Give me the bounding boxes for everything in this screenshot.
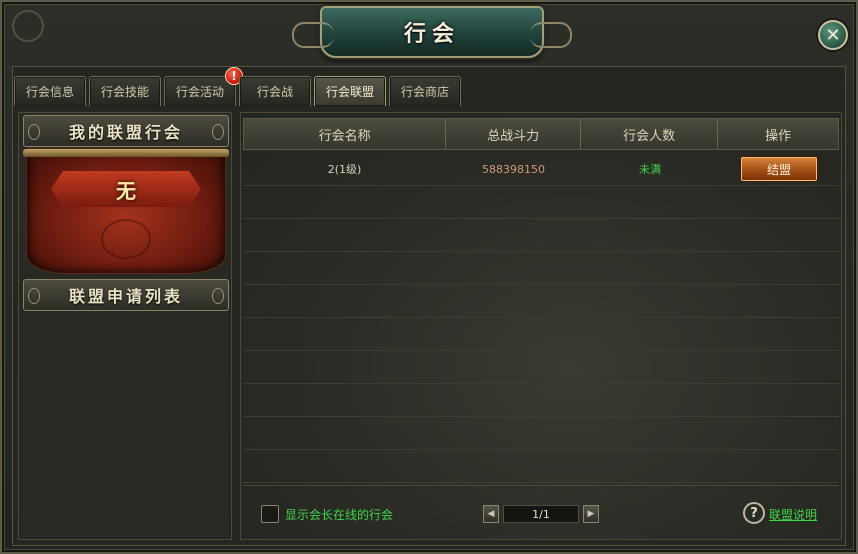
table-row: 2(1级) 588398150 未满 结盟	[243, 153, 839, 186]
tab-bar: 行会信息 行会技能 行会活动 ! 行会战 行会联盟 行会商店	[14, 67, 461, 106]
my-alliance-value: 无	[116, 178, 136, 203]
alliance-table-panel: 行会名称 总战斗力 行会人数 操作 2(1级) 588398150 未满 结盟 …	[240, 112, 842, 540]
header-guild-name: 行会名称	[244, 119, 447, 149]
title-plate: 行会	[292, 6, 572, 58]
tab-label: 行会联盟	[325, 85, 374, 99]
tab-guild-activities[interactable]: 行会活动 !	[164, 67, 243, 106]
tab-label: 行会活动	[175, 85, 224, 99]
header-operation: 操作	[765, 128, 792, 144]
cell-total-power: 588398150	[482, 162, 545, 176]
prev-page-button[interactable]: ◀	[483, 505, 499, 523]
help-icon[interactable]: ?	[743, 502, 765, 524]
tab-guild-shop[interactable]: 行会商店	[389, 76, 461, 106]
tab-label: 行会战	[256, 85, 293, 99]
next-page-button[interactable]: ▶	[583, 505, 599, 523]
tab-guild-alliance[interactable]: 行会联盟	[314, 76, 386, 106]
empty-row	[243, 252, 839, 285]
cell-guild-name: 2(1级)	[327, 163, 362, 176]
empty-row	[243, 318, 839, 351]
page-indicator: 1/1	[503, 505, 579, 523]
empty-row	[243, 186, 839, 219]
emblem-icon	[101, 219, 151, 259]
empty-row	[243, 450, 839, 483]
tab-label: 行会技能	[100, 85, 149, 99]
show-online-leader-checkbox[interactable]	[261, 505, 279, 523]
empty-row	[243, 219, 839, 252]
empty-row	[243, 417, 839, 450]
show-online-leader-label[interactable]: 显示会长在线的行会	[285, 506, 393, 523]
left-panel: 我的联盟行会 无 联盟申请列表	[18, 112, 232, 540]
tab-guild-info[interactable]: 行会信息	[14, 76, 86, 106]
empty-row	[243, 384, 839, 417]
apply-list	[21, 313, 229, 537]
alliance-plaque: 无	[51, 171, 201, 207]
header-total-power: 总战斗力	[446, 119, 581, 149]
tab-guild-skills[interactable]: 行会技能	[89, 76, 161, 106]
scroll-rod	[23, 149, 229, 157]
close-icon: ✕	[825, 24, 841, 46]
ally-button[interactable]: 结盟	[741, 157, 817, 181]
my-alliance-banner: 无	[23, 149, 229, 273]
header-members: 行会人数	[581, 119, 719, 149]
alliance-help-link[interactable]: 联盟说明	[769, 506, 817, 523]
apply-list-header: 联盟申请列表	[23, 279, 229, 311]
window-title: 行会	[403, 21, 460, 47]
chevron-right-icon: ▶	[587, 509, 595, 519]
empty-row	[243, 285, 839, 318]
table-body: 2(1级) 588398150 未满 结盟	[243, 153, 839, 483]
tab-guild-war[interactable]: 行会战	[239, 76, 311, 106]
close-button[interactable]: ✕	[818, 20, 848, 50]
corner-ornament-left	[12, 10, 44, 42]
table-header: 行会名称 总战斗力 行会人数 操作	[243, 118, 839, 150]
tab-label: 行会商店	[400, 85, 449, 99]
pagination: ◀ 1/1 ▶	[483, 505, 599, 523]
empty-row	[243, 351, 839, 384]
chevron-left-icon: ◀	[487, 509, 495, 519]
tab-label: 行会信息	[25, 85, 74, 99]
my-alliance-header: 我的联盟行会	[23, 115, 229, 147]
cell-members: 未满	[639, 163, 661, 176]
cell-operation: 结盟	[719, 157, 839, 181]
table-footer: 显示会长在线的行会 ◀ 1/1 ▶ ? 联盟说明	[243, 485, 839, 537]
